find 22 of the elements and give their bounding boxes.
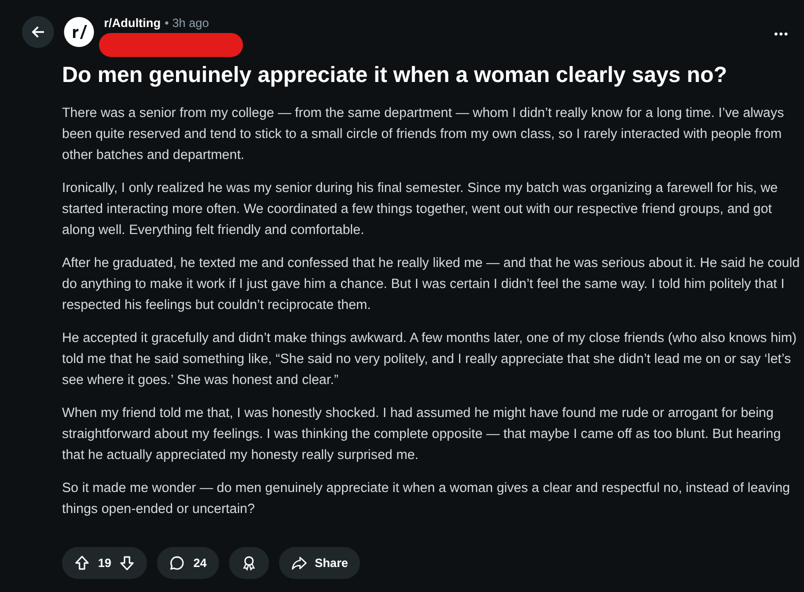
award-button[interactable]: [228, 547, 269, 579]
subreddit-name[interactable]: r/Adulting: [104, 16, 161, 30]
post-paragraph: There was a senior from my college — from the same department — whom I didn’t really know for a long time. I’ve always been quite reserved and tend to stick to a small circle of friends from my own class, so I rarely interacted with people from other batches and department.: [62, 104, 785, 164]
post-paragraph: After he graduated, he texted me and confessed that he really liked me — and that he was serious about it. He said he could do anything to make it work if I just gave him a chance. But I was certain I didn’t feel the same way. I told him politely that I respected his feelings but couldn’t reciprocate them.: [62, 254, 800, 314]
more-icon: [774, 32, 788, 36]
upvote-icon[interactable]: [74, 555, 90, 571]
back-button[interactable]: [22, 16, 54, 48]
post-paragraph: Ironically, I only realized he was my senior during his final semester. Since my batch was organizing a farewell for his, we started interacting more often. We coordinated a few things together, went out with our respective friend groups, and got along well. Everything felt friendly and comfortable.: [62, 179, 779, 239]
share-arrow-icon: [290, 555, 307, 571]
post-paragraph: He accepted it gracefully and didn’t make things awkward. A few months later, one of my close friends (who also knows him) told me that he said something like, “She said no very politely, and I really appreciate that she didn’t lead me on or say ‘let’s see where it goes.’ She was honest and clear.”: [62, 329, 798, 389]
subreddit-avatar-icon: [64, 17, 94, 47]
post-paragraph: So it made me wonder — do men genuinely appreciate it when a woman gives a clear and respectful no, instead of leaving things open-ended or uncertain?: [62, 479, 791, 518]
vote-count: 19: [98, 556, 112, 570]
share-button[interactable]: Share: [278, 547, 360, 579]
speech-bubble-icon: [169, 555, 186, 571]
downvote-icon[interactable]: [119, 555, 136, 571]
post-title: Do men genuinely appreciate it when a woman clearly says no?: [62, 61, 728, 89]
post-paragraph: When my friend told me that, I was honestly shocked. I had assumed he might have found me rude or arrogant for being straightforward about my feelings. I was thinking the complete opposite — that maybe I came off as too blunt. But hearing that he actually appreciated my honesty really surprised me.: [62, 404, 782, 464]
back-arrow-icon: [30, 24, 46, 40]
comments-button[interactable]: 24: [157, 547, 219, 579]
award-icon: [240, 555, 257, 571]
post-time: • 3h ago: [164, 16, 209, 30]
